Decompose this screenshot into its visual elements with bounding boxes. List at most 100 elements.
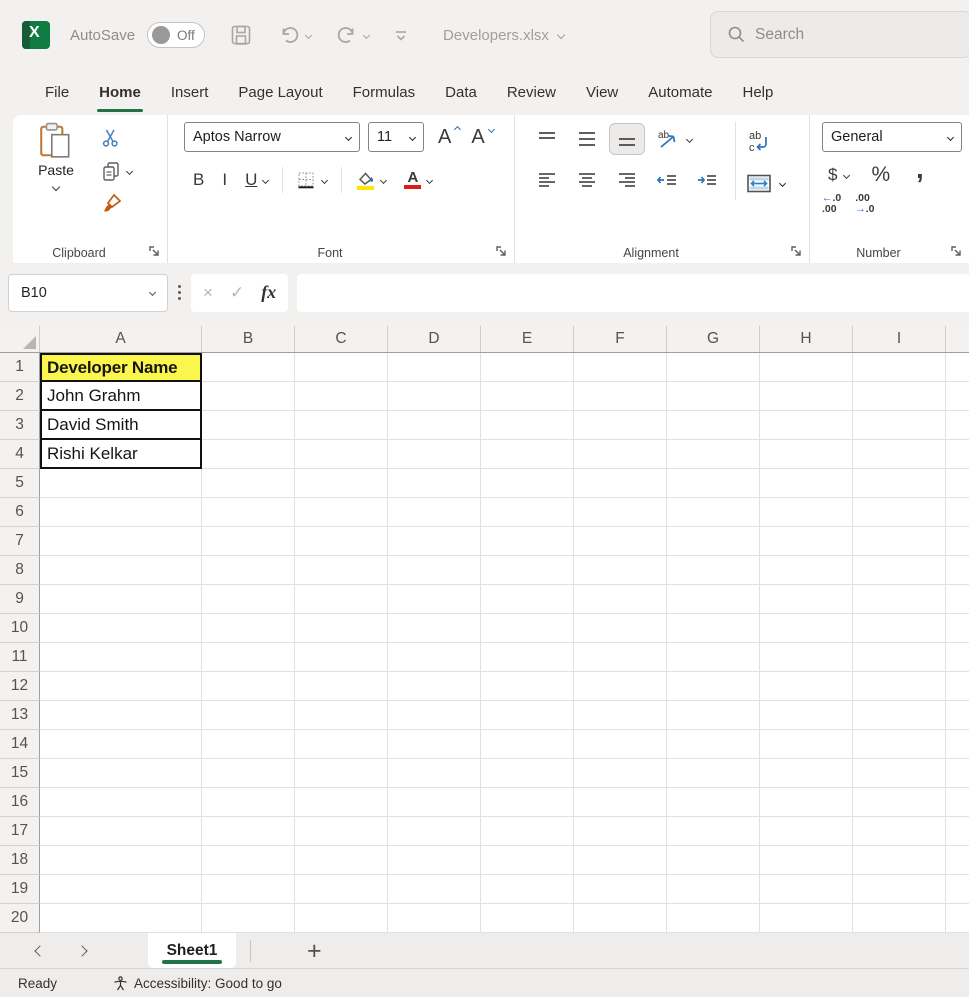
redo-button[interactable] (335, 23, 369, 47)
cell-I18[interactable] (853, 846, 946, 875)
cell-A13[interactable] (40, 701, 202, 730)
next-sheet-icon[interactable] (76, 945, 87, 956)
cell-H4[interactable] (760, 440, 853, 469)
cell-G2[interactable] (667, 382, 760, 411)
cell-G18[interactable] (667, 846, 760, 875)
merge-center-button[interactable] (746, 166, 785, 200)
cell-B20[interactable] (202, 904, 295, 933)
cell-H19[interactable] (760, 875, 853, 904)
cell-F11[interactable] (574, 643, 667, 672)
cell-C20[interactable] (295, 904, 388, 933)
cell-I15[interactable] (853, 759, 946, 788)
cell-D2[interactable] (388, 382, 481, 411)
cell-B13[interactable] (202, 701, 295, 730)
cell-B12[interactable] (202, 672, 295, 701)
cell-E2[interactable] (481, 382, 574, 411)
cell-I19[interactable] (853, 875, 946, 904)
cell-G4[interactable] (667, 440, 760, 469)
row-header-8[interactable]: 8 (0, 556, 40, 585)
name-box[interactable]: B10 (8, 274, 168, 312)
save-button[interactable] (229, 23, 253, 47)
cell-A18[interactable] (40, 846, 202, 875)
font-size-combo[interactable]: 11 (368, 122, 424, 152)
document-title[interactable]: Developers.xlsx (443, 27, 564, 44)
row-header-11[interactable]: 11 (0, 643, 40, 672)
fill-color-button[interactable] (347, 171, 395, 190)
cell-B11[interactable] (202, 643, 295, 672)
accounting-dropdown-icon[interactable] (843, 171, 850, 178)
underline-dropdown-icon[interactable] (262, 176, 269, 183)
cell-A14[interactable] (40, 730, 202, 759)
cell-H3[interactable] (760, 411, 853, 440)
increase-decimal-button[interactable]: ←.0 .00 (822, 193, 841, 215)
ribbon-tab-help[interactable]: Help (727, 70, 788, 115)
cell-H11[interactable] (760, 643, 853, 672)
cell-F8[interactable] (574, 556, 667, 585)
format-painter-button[interactable] (101, 192, 132, 216)
cell-I11[interactable] (853, 643, 946, 672)
number-format-combo[interactable]: General (822, 122, 962, 152)
bold-button[interactable]: B (184, 170, 213, 190)
font-color-dropdown-icon[interactable] (426, 176, 433, 183)
cell-A12[interactable] (40, 672, 202, 701)
ribbon-tab-page-layout[interactable]: Page Layout (223, 70, 337, 115)
cell-E19[interactable] (481, 875, 574, 904)
cell-H12[interactable] (760, 672, 853, 701)
cell-B15[interactable] (202, 759, 295, 788)
cell-I16[interactable] (853, 788, 946, 817)
percent-style-button[interactable]: % (859, 163, 902, 187)
cell-G19[interactable] (667, 875, 760, 904)
cell-D14[interactable] (388, 730, 481, 759)
cell-A1[interactable]: Developer Name (40, 353, 202, 382)
cell-C4[interactable] (295, 440, 388, 469)
cell-B17[interactable] (202, 817, 295, 846)
borders-dropdown-icon[interactable] (321, 176, 328, 183)
row-header-1[interactable]: 1 (0, 353, 40, 382)
cell-D3[interactable] (388, 411, 481, 440)
column-header-F[interactable]: F (574, 326, 667, 352)
cell-F4[interactable] (574, 440, 667, 469)
cell-I12[interactable] (853, 672, 946, 701)
cell-C5[interactable] (295, 469, 388, 498)
cell-E18[interactable] (481, 846, 574, 875)
sheet-tab-sheet1[interactable]: Sheet1 (148, 933, 236, 968)
column-header-G[interactable]: G (667, 326, 760, 352)
cell-G20[interactable] (667, 904, 760, 933)
cell-C11[interactable] (295, 643, 388, 672)
row-header-12[interactable]: 12 (0, 672, 40, 701)
cell-C16[interactable] (295, 788, 388, 817)
top-align-button[interactable] (529, 123, 565, 155)
cell-A8[interactable] (40, 556, 202, 585)
cell-I3[interactable] (853, 411, 946, 440)
decrease-decimal-button[interactable]: .00 →.0 (855, 193, 874, 215)
column-header-B[interactable]: B (202, 326, 295, 352)
cell-A9[interactable] (40, 585, 202, 614)
cell-B14[interactable] (202, 730, 295, 759)
column-header-D[interactable]: D (388, 326, 481, 352)
cell-A11[interactable] (40, 643, 202, 672)
cell-C2[interactable] (295, 382, 388, 411)
cell-B16[interactable] (202, 788, 295, 817)
cell-H17[interactable] (760, 817, 853, 846)
row-header-5[interactable]: 5 (0, 469, 40, 498)
orientation-dropdown-icon[interactable] (685, 135, 692, 142)
decrease-indent-button[interactable] (649, 164, 685, 196)
redo-dropdown-icon[interactable] (363, 31, 370, 38)
cell-C13[interactable] (295, 701, 388, 730)
column-header-I[interactable]: I (853, 326, 946, 352)
cell-E11[interactable] (481, 643, 574, 672)
cell-A7[interactable] (40, 527, 202, 556)
ribbon-tab-home[interactable]: Home (84, 70, 156, 115)
cell-D9[interactable] (388, 585, 481, 614)
cell-B9[interactable] (202, 585, 295, 614)
cell-F12[interactable] (574, 672, 667, 701)
cell-I7[interactable] (853, 527, 946, 556)
cell-D18[interactable] (388, 846, 481, 875)
column-header-H[interactable]: H (760, 326, 853, 352)
cell-I9[interactable] (853, 585, 946, 614)
cell-C14[interactable] (295, 730, 388, 759)
cell-C17[interactable] (295, 817, 388, 846)
cell-G10[interactable] (667, 614, 760, 643)
row-header-10[interactable]: 10 (0, 614, 40, 643)
middle-align-button[interactable] (569, 123, 605, 155)
